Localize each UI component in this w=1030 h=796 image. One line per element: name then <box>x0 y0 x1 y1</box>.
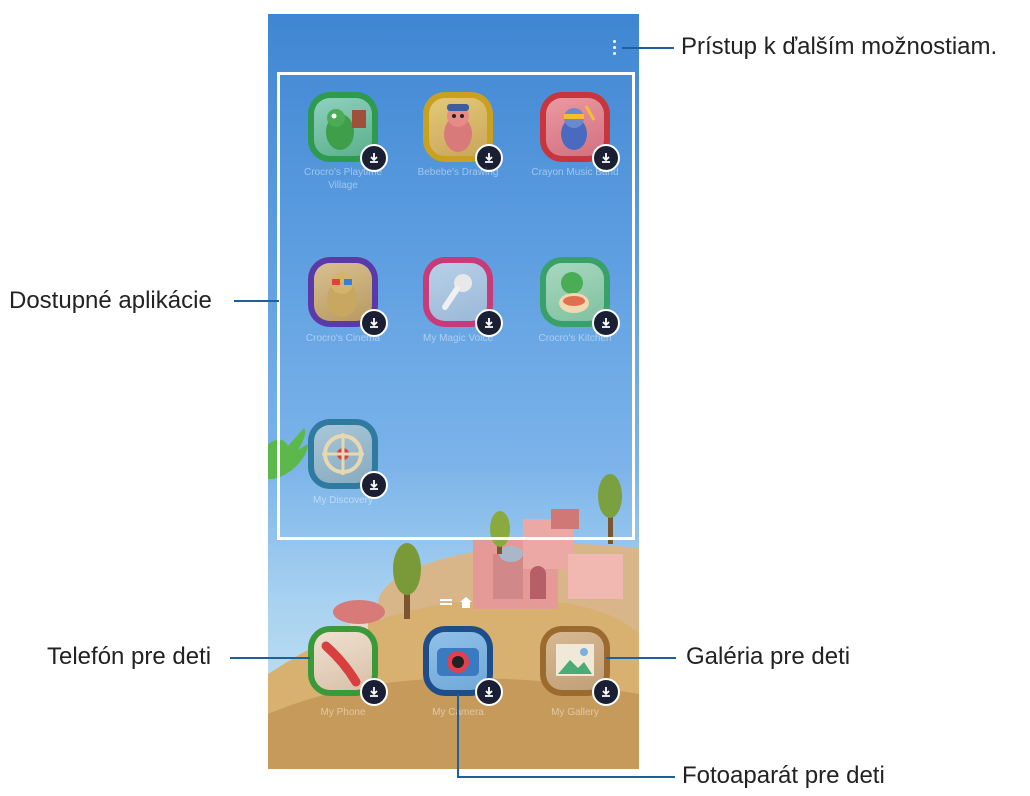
home-icon <box>460 597 472 608</box>
app-icon-crocro-kitchen[interactable] <box>540 257 620 337</box>
callout-line <box>234 300 279 302</box>
app-icon-bebebe-drawing[interactable] <box>423 92 503 172</box>
app-icon-magic-voice[interactable] <box>423 257 503 337</box>
callout-line <box>230 657 310 659</box>
app-label: Crayon Music Band <box>531 167 619 178</box>
app-label: My Phone <box>320 707 366 718</box>
download-icon[interactable] <box>475 678 503 706</box>
more-options-button[interactable] <box>609 40 619 56</box>
download-icon[interactable] <box>592 678 620 706</box>
app-icon-my-camera[interactable] <box>423 626 503 706</box>
app-icon-crocro-cinema[interactable] <box>308 257 388 337</box>
more-options-icon-dot <box>612 40 616 43</box>
app-icon-crocro-village[interactable] <box>308 92 388 172</box>
more-options-icon-dot <box>612 46 616 49</box>
callout-kids-gallery: Galéria pre deti <box>686 643 851 670</box>
app-label: Crocro's Cinema <box>305 333 381 344</box>
apps-list-icon <box>440 599 452 601</box>
app-label: My Gallery <box>551 707 599 718</box>
callout-line <box>457 776 675 778</box>
download-icon[interactable] <box>360 678 388 706</box>
callout-line <box>622 47 674 49</box>
callout-kids-camera: Fotoaparát pre deti <box>682 762 885 789</box>
callout-line <box>457 694 459 778</box>
app-label: My Discovery <box>312 495 373 506</box>
app-label: Crocro's Playtime Village <box>303 167 383 191</box>
callout-more-options: Prístup k ďalším možnostiam. <box>681 33 998 60</box>
app-label: Bebebe's Drawing <box>417 167 499 178</box>
kids-home-screen: Crocro's Playtime Village Bebebe's Drawi… <box>268 14 639 769</box>
app-icon-my-gallery[interactable] <box>540 626 620 706</box>
app-label: Crocro's Kitchen <box>538 333 612 344</box>
app-label: My Magic Voice <box>422 333 494 344</box>
page-indicator[interactable] <box>440 597 480 608</box>
more-options-icon-dot <box>612 52 616 55</box>
app-icon-my-phone[interactable] <box>308 626 388 706</box>
app-icon-discovery[interactable] <box>308 419 388 499</box>
callout-available-apps: Dostupné aplikácie <box>9 287 212 314</box>
app-icon-crayon-music[interactable] <box>540 92 620 172</box>
callout-kids-phone: Telefón pre deti <box>47 643 212 670</box>
callout-line <box>606 657 676 659</box>
